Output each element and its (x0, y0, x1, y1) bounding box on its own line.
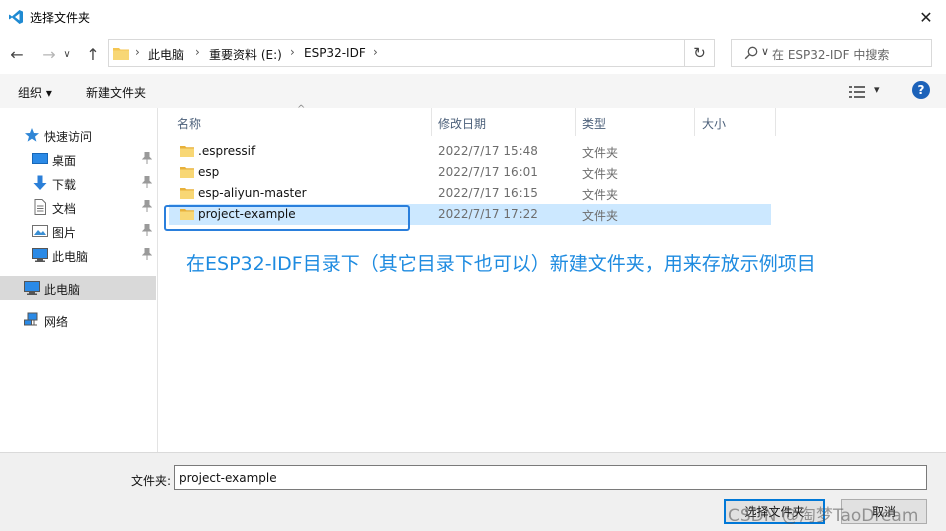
view-options-button[interactable]: ▾ (849, 83, 881, 100)
folder-icon (180, 188, 194, 199)
toolbar: 组织 ▾ 新建文件夹 ▾ (0, 74, 946, 108)
address-bar[interactable]: › 此电脑 › 重要资料 (E:) › ESP32-IDF › ∨ (108, 39, 769, 67)
sidebar-item-downloads[interactable]: 下载 (0, 171, 156, 195)
search-icon (744, 46, 758, 60)
pin-icon[interactable] (141, 247, 153, 260)
folder-icon (180, 167, 194, 178)
column-label-type: 类型 (582, 117, 607, 131)
recent-locations-button[interactable]: ∨ (60, 43, 74, 65)
pin-icon[interactable] (141, 199, 153, 212)
breadcrumb-separator: › (195, 45, 200, 59)
pin-icon[interactable] (141, 175, 153, 188)
file-date: 2022/7/17 17:22 (438, 207, 538, 221)
annotation-highlight-box (164, 205, 410, 231)
sidebar-item-label: 网络 (44, 315, 69, 329)
details-view-icon (849, 86, 865, 98)
cancel-button[interactable]: 取消 (841, 499, 927, 524)
title-bar: 选择文件夹 ✕ (0, 0, 946, 34)
breadcrumb-separator: › (290, 45, 295, 59)
navigation-bar: ← → ∨ ↑ › 此电脑 › 重要资料 (E:) › ESP32-IDF › … (0, 34, 946, 74)
list-item[interactable]: esp-aliyun-master 2022/7/17 16:15 文件夹 (169, 183, 771, 204)
sidebar-item-documents[interactable]: 文档 (0, 195, 156, 219)
sidebar-item-label: 桌面 (52, 154, 77, 168)
annotation-text: 在ESP32-IDF目录下（其它目录下也可以）新建文件夹，用来存放示例项目 (186, 253, 816, 275)
desktop-icon (32, 153, 48, 164)
list-item[interactable]: esp 2022/7/17 16:01 文件夹 (169, 162, 771, 183)
breadcrumb-esp32-idf[interactable]: ESP32-IDF (304, 46, 366, 60)
sidebar-item-label: 此电脑 (52, 250, 89, 264)
organize-menu[interactable]: 组织 ▾ (18, 84, 52, 101)
file-date: 2022/7/17 15:48 (438, 144, 538, 158)
sidebar-item-label: 下载 (52, 178, 77, 192)
column-header-size[interactable]: 大小 (695, 108, 776, 136)
search-placeholder: 在 ESP32-IDF 中搜索 (772, 48, 890, 62)
sort-ascending-icon: ^ (297, 104, 306, 115)
forward-arrow-icon: → (42, 44, 56, 64)
breadcrumb-this-pc[interactable]: 此电脑 (148, 46, 184, 63)
picture-icon (32, 225, 48, 237)
file-type: 文件夹 (582, 167, 619, 181)
sidebar-item-label: 快速访问 (44, 130, 93, 144)
back-arrow-icon: ← (10, 44, 24, 64)
up-arrow-icon: ↑ (86, 44, 100, 64)
file-type: 文件夹 (582, 209, 619, 223)
file-name: .espressif (198, 144, 256, 158)
sidebar-item-pictures[interactable]: 图片 (0, 219, 156, 243)
forward-button[interactable]: → (38, 43, 60, 65)
navigation-pane: 快速访问 桌面 下载 文档 图片 此电脑 此电脑 网络 (0, 108, 158, 452)
sidebar-item-network[interactable]: 网络 (0, 308, 156, 332)
select-folder-button[interactable]: 选择文件夹 (724, 499, 825, 524)
help-button[interactable]: ? (912, 81, 930, 99)
column-header-name[interactable]: ^ 名称 (159, 104, 432, 136)
up-button[interactable]: ↑ (82, 43, 104, 65)
new-folder-button[interactable]: 新建文件夹 (86, 84, 146, 101)
sidebar-item-label: 文档 (52, 202, 77, 216)
folder-icon (180, 146, 194, 157)
sidebar-item-label: 此电脑 (44, 283, 81, 297)
file-list: ^ 名称 修改日期 类型 大小 .espressif 2022/7/17 15:… (159, 104, 946, 452)
sidebar-item-this-pc-pinned[interactable]: 此电脑 (0, 243, 156, 267)
star-icon (25, 128, 39, 142)
chevron-down-icon: ∨ (63, 48, 71, 60)
sidebar-item-label: 图片 (52, 226, 77, 240)
list-item[interactable]: .espressif 2022/7/17 15:48 文件夹 (169, 141, 771, 162)
breadcrumb-separator: › (135, 45, 140, 59)
column-header-type[interactable]: 类型 (576, 108, 695, 136)
sidebar-item-desktop[interactable]: 桌面 (0, 147, 156, 171)
search-box[interactable]: 在 ESP32-IDF 中搜索 (731, 39, 932, 67)
refresh-icon: ↻ (693, 44, 706, 62)
chevron-down-icon: ▾ (874, 83, 880, 96)
pin-icon[interactable] (141, 151, 153, 164)
breadcrumb-drive-e[interactable]: 重要资料 (E:) (209, 46, 282, 63)
column-label-size: 大小 (702, 117, 727, 131)
file-date: 2022/7/17 16:01 (438, 165, 538, 179)
file-date: 2022/7/17 16:15 (438, 186, 538, 200)
computer-icon (24, 281, 40, 295)
column-header-date[interactable]: 修改日期 (432, 108, 576, 136)
file-type: 文件夹 (582, 188, 619, 202)
vscode-icon (9, 10, 23, 24)
sidebar-item-quick-access[interactable]: 快速访问 (0, 123, 156, 147)
refresh-button[interactable]: ↻ (685, 39, 715, 67)
back-button[interactable]: ← (6, 43, 28, 65)
folder-field-label: 文件夹: (131, 474, 172, 488)
folder-icon (113, 48, 129, 60)
pin-icon[interactable] (141, 223, 153, 236)
column-label-name: 名称 (177, 117, 202, 131)
breadcrumb-separator: › (373, 45, 378, 59)
document-icon (34, 199, 46, 215)
sidebar-item-this-pc[interactable]: 此电脑 (0, 276, 156, 300)
close-icon: ✕ (919, 7, 933, 27)
network-icon (24, 312, 38, 326)
file-type: 文件夹 (582, 146, 619, 160)
folder-name-input[interactable] (174, 465, 927, 490)
close-button[interactable]: ✕ (908, 4, 944, 30)
window-title: 选择文件夹 (30, 11, 91, 25)
file-name: esp-aliyun-master (198, 186, 307, 200)
dialog-footer: 文件夹: 选择文件夹 取消 CSDN @淘梦TaoDream (0, 452, 946, 531)
computer-icon (32, 248, 48, 262)
column-label-date: 修改日期 (438, 117, 487, 131)
file-name: esp (198, 165, 220, 179)
download-icon (33, 175, 47, 190)
